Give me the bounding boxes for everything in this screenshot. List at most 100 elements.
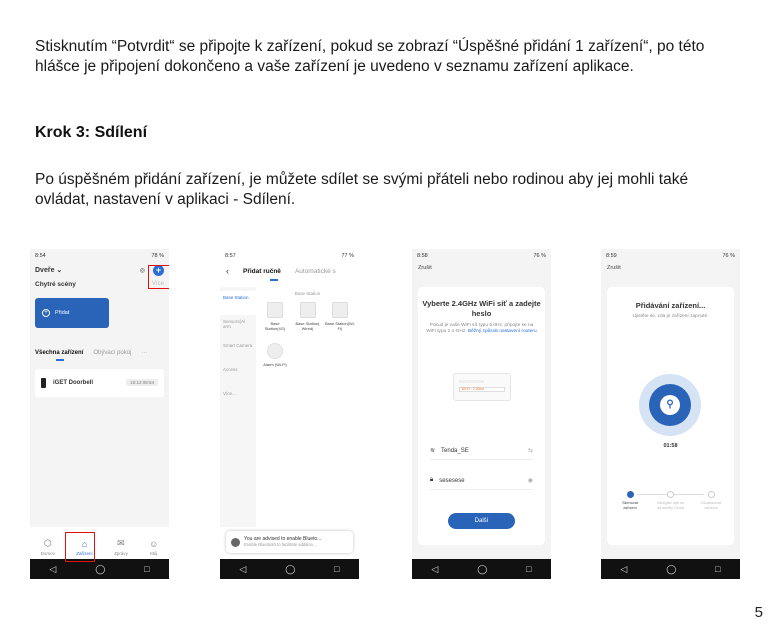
category-item[interactable]: Base Station	[220, 290, 256, 315]
add-scene-card[interactable]: + Přidat	[35, 298, 109, 328]
highlight-add-button	[148, 265, 169, 289]
android-navbar: ◁ ◯ □	[412, 559, 551, 579]
wifi-icon: ≋	[430, 448, 436, 454]
category-item[interactable]: Sensors(Al arm	[220, 315, 256, 339]
nav-profile[interactable]: ☺ Můj	[149, 539, 158, 556]
status-battery: 77 %	[341, 253, 354, 259]
wifi-name-field[interactable]: ≋ Tenda_SE ⇆	[430, 447, 533, 460]
search-spinner: ⚲	[639, 374, 701, 436]
step-heading: Krok 3: Sdílení	[35, 124, 148, 141]
wifi-name: Tenda_SE	[441, 447, 469, 454]
alarm-image	[267, 342, 283, 359]
status-bar: 8:58 76 %	[412, 249, 551, 263]
switch-network-icon[interactable]: ⇆	[528, 447, 533, 454]
android-navbar: ◁ ◯ □	[220, 559, 359, 579]
status-time: 8:59	[606, 253, 617, 259]
screenshot-add-manual: 8:57 77 % ‹ Přidat ručně Automatické s B…	[220, 249, 359, 579]
highlight-devices-tab	[65, 532, 95, 562]
android-navbar: ◁ ◯ □	[30, 559, 169, 579]
doorbell-icon	[41, 377, 46, 388]
back-arrow-icon[interactable]: ‹	[226, 266, 229, 276]
mail-icon: ✉	[117, 538, 125, 548]
status-bar: 8:59 76 %	[601, 249, 740, 263]
status-time: 8:54	[35, 253, 46, 259]
tab-all-devices[interactable]: Všechna zařízení	[35, 350, 83, 356]
back-icon[interactable]: ◁	[431, 564, 438, 575]
lock-icon: 🔒︎	[430, 477, 434, 483]
step-scan: Skenovat zařízení	[615, 491, 645, 510]
back-icon[interactable]: ◁	[239, 564, 246, 575]
screenshot-wifi: 8:58 76 % Zrušit Vyberte 2.4GHz WiFi síť…	[412, 249, 551, 579]
home-circle-icon[interactable]: ◯	[95, 564, 105, 575]
scan-icon[interactable]: ◎	[140, 267, 145, 274]
category-item[interactable]: Více...	[220, 387, 256, 411]
tab-auto-scan[interactable]: Automatické s	[295, 268, 336, 275]
step-label: Zaregistr ujte se do služby Cloud	[656, 501, 685, 510]
recents-icon[interactable]: □	[715, 564, 720, 574]
back-icon[interactable]: ◁	[49, 564, 56, 575]
device-row[interactable]: iGET Doorbell 10:13 08:54	[35, 368, 164, 397]
category-item[interactable]: Access	[220, 363, 256, 387]
device-tile[interactable]: Base Station( Wired)	[293, 301, 323, 331]
password-field[interactable]: 🔒︎ sesesese ◉	[430, 477, 533, 490]
device-time: 10:13 08:54	[126, 379, 158, 386]
nav-messages-label: Zprávy	[114, 551, 128, 556]
tab-add-manual[interactable]: Přidat ručně	[243, 268, 281, 275]
device-tile[interactable]: Alarm (Wi-Fi)	[260, 342, 290, 367]
status-time: 8:58	[417, 253, 428, 259]
router-help-link[interactable]: Běžný způsob nastavení routeru	[468, 329, 537, 334]
section-title: Base Station	[294, 290, 321, 296]
nav-home-label: Domov	[40, 551, 55, 556]
adding-title: Přidávání zařízení...	[635, 301, 706, 310]
status-battery: 76 %	[533, 253, 546, 259]
nav-messages[interactable]: ✉ Zprávy	[114, 538, 128, 556]
adding-card: Přidávání zařízení... Ujistěte se, zda j…	[607, 287, 734, 545]
nav-profile-label: Můj	[150, 551, 158, 556]
intro-paragraph: Stisknutím “Potvrdit“ se připojte k zaří…	[35, 38, 705, 75]
back-icon[interactable]: ◁	[620, 564, 627, 575]
device-image	[299, 301, 316, 318]
recents-icon[interactable]: □	[526, 564, 531, 574]
step-label: Skenovat zařízení	[622, 501, 638, 510]
home-icon: ⬡	[43, 538, 52, 548]
nav-home[interactable]: ⬡ Domov	[41, 538, 55, 556]
home-circle-icon[interactable]: ◯	[477, 564, 487, 575]
status-bar: 8:57 77 %	[220, 249, 359, 263]
more-icon[interactable]: ···	[141, 350, 147, 356]
scenes-label: Chytré scény	[35, 281, 76, 288]
step-register: Zaregistr ujte se do služby Cloud	[656, 491, 686, 510]
device-name: iGET Doorbell	[53, 379, 94, 386]
step-init: Inicializovat zařízení	[696, 491, 726, 510]
device-image	[332, 301, 348, 318]
password-value: sesesese	[439, 477, 465, 484]
status-battery: 78 %	[151, 253, 164, 259]
router-illustration: Wi-Fi - 2.4Ghz	[452, 373, 511, 401]
tab-living-room[interactable]: Obývací pokoj	[93, 350, 131, 356]
device-tile[interactable]: Base Station(4G)	[260, 301, 290, 331]
page-number: 5	[754, 604, 763, 621]
eye-icon[interactable]: ◉	[528, 477, 533, 484]
device-tile-label: Base Station(4G)	[264, 320, 286, 331]
bluetooth-icon	[231, 537, 240, 547]
device-image	[267, 301, 283, 318]
category-sidebar: Base Station Sensors(Al arm Smart Camera…	[220, 286, 256, 527]
android-navbar: ◁ ◯ □	[601, 559, 740, 579]
step-label: Inicializovat zařízení	[701, 501, 721, 510]
screenshot-home: 8:54 78 % Dveře ⌄ ◎ + Chytré scény Více …	[30, 249, 169, 579]
wifi-title: Vyberte 2.4GHz WiFi síť a zadejte heslo	[422, 299, 541, 318]
cancel-button[interactable]: Zrušit	[412, 263, 551, 273]
home-circle-icon[interactable]: ◯	[666, 564, 676, 575]
plus-circle-icon: +	[42, 309, 50, 317]
home-circle-icon[interactable]: ◯	[285, 564, 295, 575]
user-icon: ☺	[149, 539, 159, 549]
next-button[interactable]: Další	[448, 513, 515, 529]
status-battery: 76 %	[722, 253, 735, 259]
recents-icon[interactable]: □	[334, 564, 339, 574]
tab-indicator	[56, 359, 64, 361]
cancel-button[interactable]: Zrušit	[601, 263, 740, 273]
bluetooth-banner[interactable]: You are advised to enable Blueto... Enab…	[226, 531, 353, 553]
home-title[interactable]: Dveře ⌄	[35, 266, 62, 274]
recents-icon[interactable]: □	[144, 564, 149, 574]
device-tile[interactable]: Base Station(Wi-Fi)	[325, 301, 355, 331]
category-item[interactable]: Smart Camera	[220, 339, 256, 363]
